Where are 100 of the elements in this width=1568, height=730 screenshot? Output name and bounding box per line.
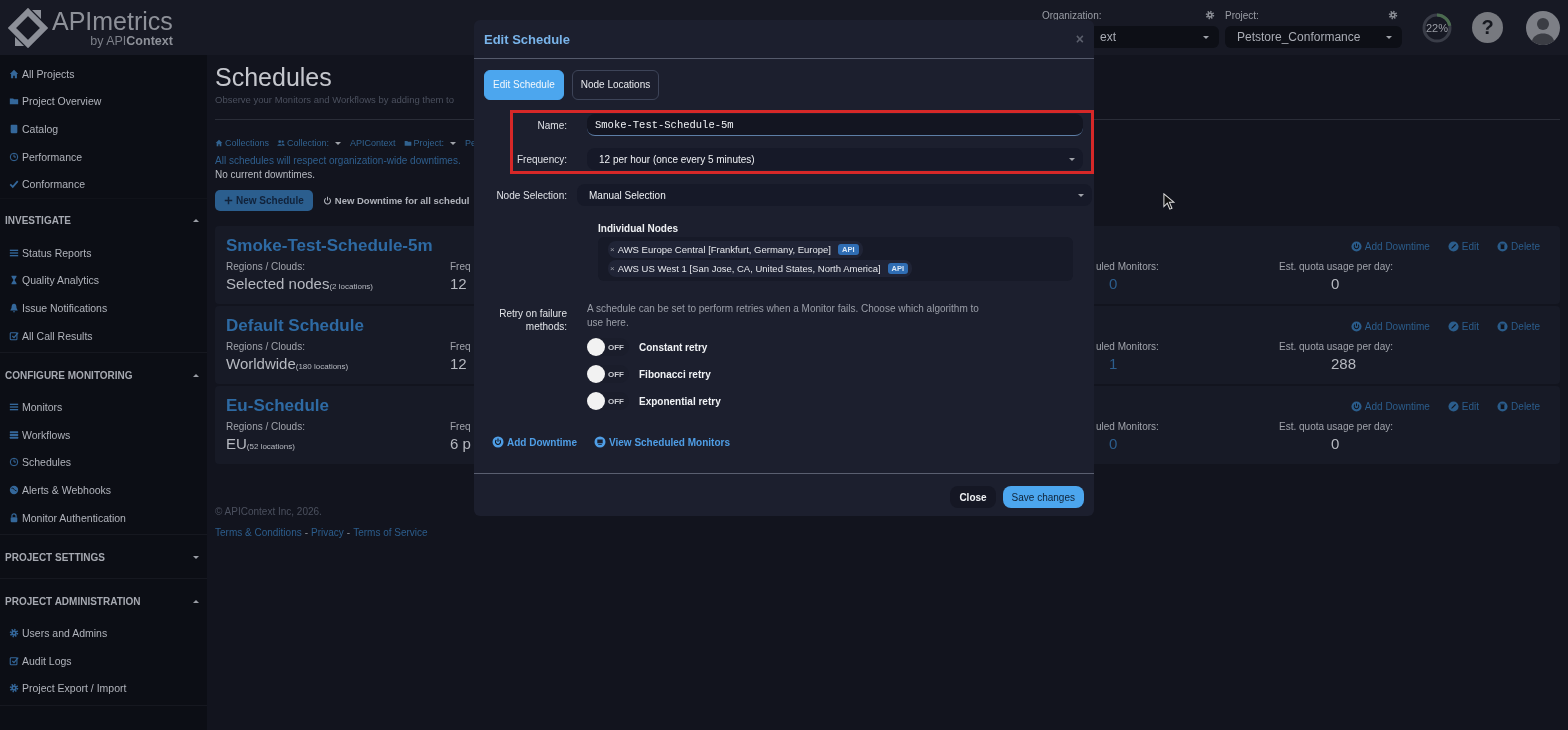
downtime-status: No current downtimes. bbox=[215, 168, 316, 182]
avatar[interactable] bbox=[1526, 10, 1560, 45]
logo-icon bbox=[8, 7, 48, 48]
field-label: uled Monitors: bbox=[1096, 260, 1159, 274]
select-field[interactable]: Manual Selection bbox=[577, 184, 1092, 206]
trash-icon bbox=[1497, 240, 1509, 252]
remove-button[interactable]: × bbox=[610, 245, 615, 254]
field-label: Freq bbox=[450, 260, 471, 274]
folder-icon bbox=[9, 96, 19, 107]
sidebar-item[interactable]: Monitor Authentication bbox=[0, 503, 207, 532]
logo-tagline: by APIContext bbox=[90, 33, 173, 48]
sidebar-item[interactable]: Audit Logs bbox=[0, 646, 207, 675]
sidebar-item[interactable]: All Call Results bbox=[0, 321, 207, 350]
sidebar-item[interactable]: Monitors bbox=[0, 393, 207, 421]
section-header[interactable]: CONFIGURE MONITORING bbox=[0, 353, 207, 394]
home-icon bbox=[9, 68, 19, 79]
sidebar-item[interactable]: Conformance bbox=[0, 170, 207, 198]
field-label: Freq bbox=[450, 340, 471, 354]
sidebar-item[interactable]: Quality Analytics bbox=[0, 266, 207, 295]
trash-icon bbox=[1497, 320, 1509, 332]
toggle-switch[interactable]: OFF bbox=[587, 365, 629, 383]
field-label: Node Selection: bbox=[495, 189, 567, 201]
quota-value: 0 bbox=[1330, 434, 1340, 454]
monitor-icon bbox=[594, 436, 606, 448]
dialog-title: Edit Schedule bbox=[484, 31, 570, 47]
section-header[interactable]: PROJECT ADMINISTRATION bbox=[0, 579, 207, 620]
notice-text: All schedules will respect organization-wide downtimes. bbox=[215, 154, 461, 168]
book-icon bbox=[9, 124, 19, 134]
separator: - bbox=[304, 526, 309, 540]
power-icon bbox=[322, 196, 332, 205]
folder-icon bbox=[403, 139, 412, 147]
name-field[interactable]: Smoke-Test-Schedule-5m bbox=[587, 114, 1083, 136]
home-icon bbox=[215, 139, 223, 147]
sidebar-item[interactable]: Catalog bbox=[0, 115, 207, 143]
frequency-value: 12 bbox=[450, 354, 467, 374]
frequency-value: 6 p bbox=[450, 434, 471, 454]
hourglass-icon bbox=[9, 275, 19, 286]
sidebar-item[interactable]: All Projects bbox=[0, 60, 207, 88]
option-label: Constant retry bbox=[639, 341, 708, 353]
remove-button[interactable]: × bbox=[610, 264, 615, 273]
help-button[interactable]: ? bbox=[1472, 12, 1503, 43]
cursor-icon bbox=[1163, 193, 1175, 210]
sidebar-item[interactable]: Project Export / Import bbox=[0, 674, 207, 703]
clock-icon bbox=[9, 457, 19, 468]
field-label: Frequency: bbox=[515, 153, 567, 165]
field-label: uled Monitors: bbox=[1096, 420, 1159, 434]
select-field[interactable]: 12 per hour (once every 5 minutes) bbox=[587, 148, 1083, 170]
sidebar-item[interactable]: Workflows bbox=[0, 420, 207, 449]
page-title: Schedules bbox=[215, 62, 332, 93]
regions-value: EU(52 locations) bbox=[226, 434, 295, 454]
gear-icon bbox=[9, 628, 19, 639]
new-downtime-button[interactable]: New Downtime for all schedul bbox=[320, 190, 472, 211]
field-label: Regions / Clouds: bbox=[226, 340, 305, 354]
section-header[interactable]: PROJECT SETTINGS bbox=[0, 535, 207, 576]
power-icon bbox=[1350, 240, 1362, 252]
field-label: Regions / Clouds: bbox=[226, 420, 305, 434]
frequency-value: 12 bbox=[450, 274, 467, 294]
stack-icon bbox=[9, 429, 19, 440]
power-icon bbox=[1350, 400, 1362, 412]
regions-value: Worldwide(180 locations) bbox=[226, 354, 349, 374]
close-button[interactable]: Close bbox=[950, 486, 996, 508]
field-label: Est. quota usage per day: bbox=[1279, 260, 1393, 274]
sidebar-item[interactable]: Schedules bbox=[0, 448, 207, 477]
project-dropdown[interactable]: Petstore_Conformance bbox=[1225, 26, 1402, 48]
quota-value: 0 bbox=[1330, 274, 1340, 294]
power-icon bbox=[492, 436, 504, 448]
gear-icon bbox=[1388, 10, 1398, 20]
trash-icon bbox=[1497, 400, 1509, 412]
sidebar-item[interactable]: Performance bbox=[0, 142, 207, 171]
field-label: Name: bbox=[536, 119, 567, 131]
tab[interactable]: Node Locations bbox=[571, 70, 660, 100]
bell-icon bbox=[9, 302, 19, 313]
list-icon bbox=[9, 402, 19, 413]
project-label: Project: bbox=[1225, 9, 1259, 21]
toggle-switch[interactable]: OFF bbox=[587, 338, 629, 356]
save-button[interactable]: Save changes bbox=[1002, 486, 1084, 508]
sidebar-item[interactable]: Alerts & Webhooks bbox=[0, 476, 207, 504]
sidebar-item[interactable]: Issue Notifications bbox=[0, 294, 207, 322]
edit-box-icon bbox=[9, 330, 19, 341]
field-label: Est. quota usage per day: bbox=[1279, 340, 1393, 354]
gear-icon bbox=[1205, 10, 1215, 20]
sidebar-item[interactable]: Users and Admins bbox=[0, 619, 207, 647]
plus-icon bbox=[224, 196, 233, 205]
organization-label: Organization: bbox=[1042, 9, 1102, 21]
separator: - bbox=[346, 526, 351, 540]
help-text: A schedule can be set to perform retries when a Monitor fails. Choose which algorithm to use here. bbox=[587, 302, 980, 330]
regions-value: Selected nodes(2 locations) bbox=[226, 274, 373, 294]
lock-icon bbox=[9, 512, 19, 523]
section-header[interactable]: INVESTIGATE bbox=[0, 198, 207, 239]
pencil-icon bbox=[1447, 320, 1459, 332]
field-label: Freq bbox=[450, 420, 471, 434]
pencil-icon bbox=[1447, 400, 1459, 412]
sidebar-item[interactable]: Status Reports bbox=[0, 238, 207, 267]
field-label: Retry on failure methods: bbox=[498, 307, 567, 334]
dialog-link[interactable]: Add Downtime bbox=[492, 435, 577, 449]
sidebar-item[interactable]: Project Overview bbox=[0, 87, 207, 116]
dialog-link[interactable]: View Scheduled Monitors bbox=[594, 435, 730, 449]
users-icon bbox=[277, 139, 286, 147]
usage-meter: 22% bbox=[1421, 11, 1453, 44]
toggle-switch[interactable]: OFF bbox=[587, 392, 629, 410]
